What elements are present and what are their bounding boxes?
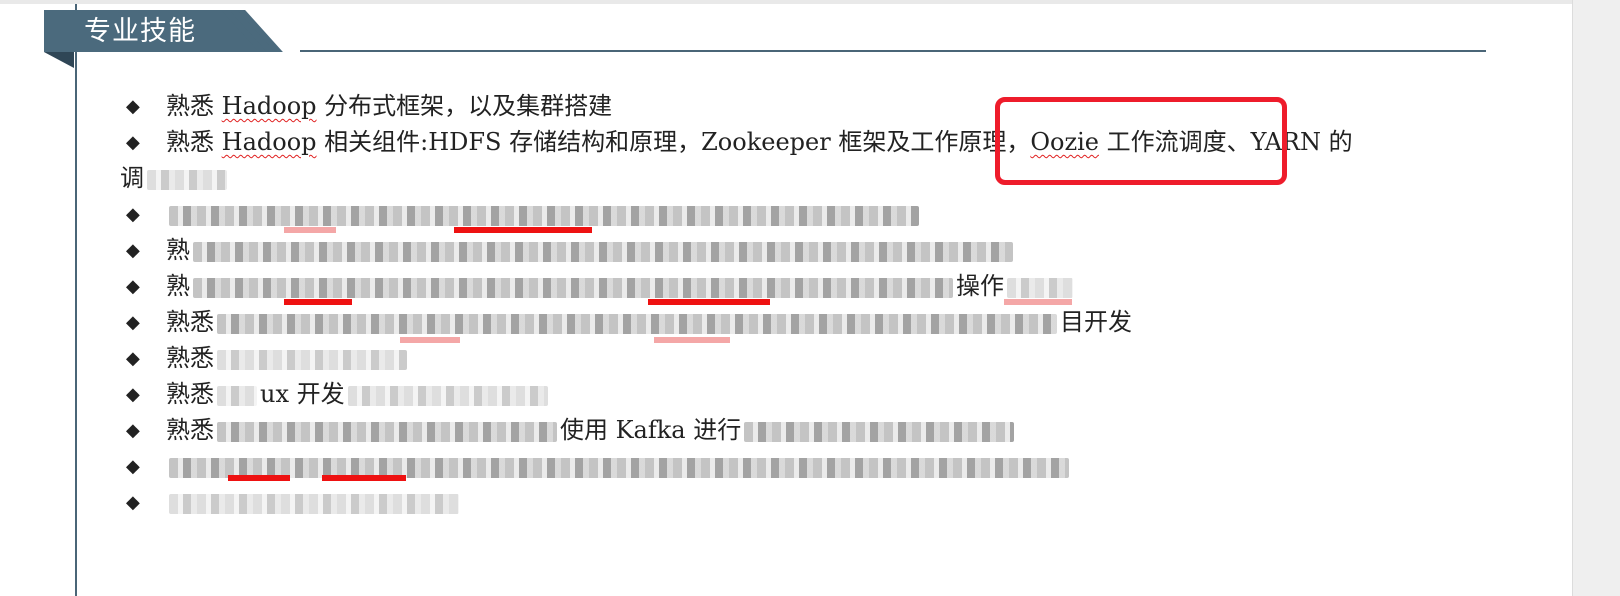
- redacted-text: [217, 385, 257, 406]
- bullet-icon: ◆: [126, 240, 140, 261]
- bullet-icon: ◆: [126, 276, 140, 297]
- item-prefix: 熟悉: [166, 416, 214, 444]
- redacted-text: [169, 205, 919, 226]
- redacted-text: [147, 169, 227, 190]
- bullet-icon: ◆: [126, 312, 140, 333]
- item-text: ux 开发: [260, 380, 345, 408]
- spell-underline: [284, 299, 352, 305]
- bullet-icon: ◆: [126, 132, 140, 153]
- item-text: 操作: [956, 272, 1004, 300]
- section-title: 专业技能: [84, 16, 196, 47]
- vertical-scrollbar[interactable]: [1572, 0, 1620, 596]
- bullet-icon: ◆: [126, 348, 140, 369]
- bullet-icon: ◆: [126, 204, 140, 225]
- skill-item: ◆ 熟悉 使用 Kafka 进行: [126, 414, 1017, 447]
- section-rule: [300, 50, 1486, 52]
- item-text: 相关组件:HDFS 存储结构和原理，Zookeeper 框架及工作原理，: [316, 128, 1031, 156]
- bullet-icon: ◆: [126, 384, 140, 405]
- spell-underline: [648, 299, 770, 305]
- item-keyword: Hadoop: [221, 128, 317, 156]
- skill-item: ◆ 熟悉 目开发: [126, 306, 1132, 339]
- redacted-text: [744, 421, 1015, 442]
- item-prefix: 熟悉: [166, 92, 222, 120]
- spell-underline: [1004, 299, 1072, 305]
- redacted-text: [193, 277, 953, 298]
- item-prefix: 熟悉: [166, 344, 214, 372]
- item-text: 使用 Kafka 进行: [560, 416, 742, 444]
- item-prefix: 熟悉: [166, 128, 222, 156]
- skill-item: ◆ 熟 操作: [126, 270, 1076, 303]
- redacted-text: [217, 349, 407, 370]
- skill-item: ◆ 熟: [126, 234, 1016, 267]
- redacted-text: [169, 493, 459, 514]
- item-prefix: 熟悉: [166, 380, 214, 408]
- redacted-text: [217, 421, 557, 442]
- skill-item-continuation: 调: [120, 162, 230, 194]
- bullet-icon: ◆: [126, 420, 140, 441]
- item-text: 调: [120, 164, 144, 192]
- item-prefix: 熟: [166, 272, 190, 300]
- bullet-icon: ◆: [126, 96, 140, 117]
- bullet-icon: ◆: [126, 492, 140, 513]
- item-prefix: 熟: [166, 236, 190, 264]
- skill-item: ◆: [126, 486, 462, 519]
- skill-item: ◆ 熟悉 Hadoop 分布式框架，以及集群搭建: [126, 90, 612, 123]
- item-text: 分布式框架，以及集群搭建: [316, 92, 613, 120]
- highlight-annotation-box: [995, 97, 1287, 185]
- item-prefix: 熟悉: [166, 308, 214, 336]
- left-rule: [75, 4, 77, 596]
- item-text: 目开发: [1060, 308, 1132, 336]
- redacted-text: [1007, 277, 1073, 298]
- redacted-text: [347, 385, 548, 406]
- resume-page: 专业技能 ◆ 熟悉 Hadoop 分布式框架，以及集群搭建 ◆ 熟悉 Hadoop …: [0, 4, 1572, 596]
- redacted-text: [169, 457, 1069, 478]
- skill-item: ◆ 熟悉 ux 开发: [126, 378, 551, 411]
- banner-fold: [44, 52, 74, 68]
- spell-underline: [454, 227, 592, 233]
- bullet-icon: ◆: [126, 456, 140, 477]
- spell-underline: [228, 475, 290, 481]
- spell-underline: [322, 475, 406, 481]
- spell-underline: [284, 227, 336, 233]
- spell-underline: [654, 337, 730, 343]
- skill-item: ◆ 熟悉: [126, 342, 410, 375]
- redacted-text: [193, 241, 1013, 262]
- item-keyword: Hadoop: [221, 92, 317, 120]
- redacted-text: [217, 313, 1057, 334]
